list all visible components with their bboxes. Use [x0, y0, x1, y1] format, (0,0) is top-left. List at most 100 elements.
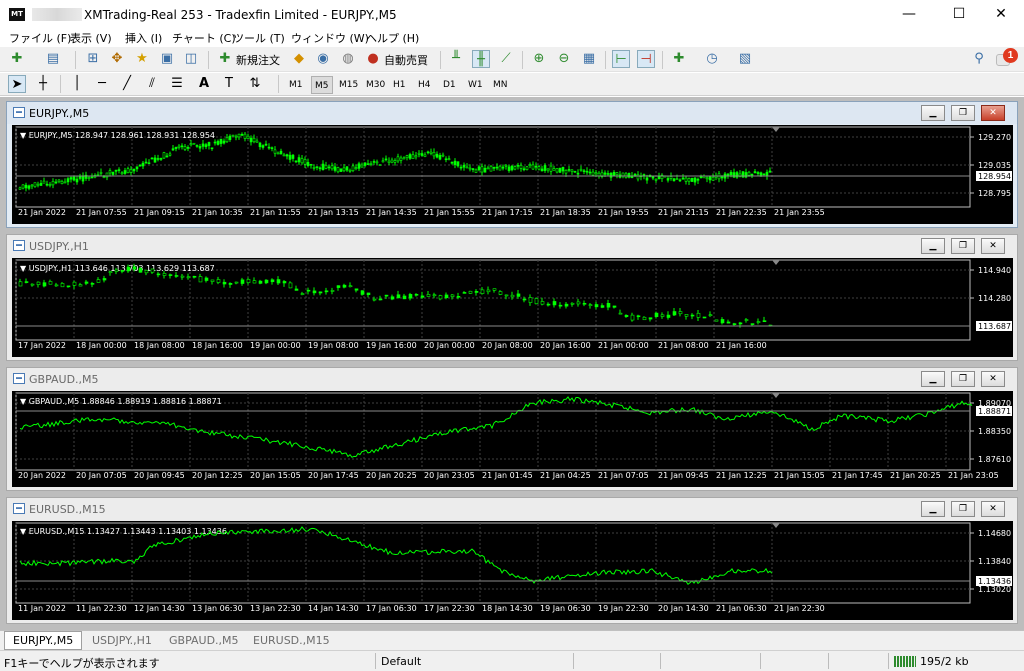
restore-icon[interactable]: ❐	[951, 371, 975, 387]
menu-insert[interactable]: 挿入 (I)	[125, 30, 162, 46]
tf-m15[interactable]: M15	[336, 76, 361, 94]
chart-window-gbpaud[interactable]: ▬ GBPAUD.,M5 ▁ ❐ ✕ ▼ GBPAUD.,M5 1.88846 …	[6, 367, 1018, 491]
tab-gbpaud[interactable]: GBPAUD.,M5	[161, 633, 247, 649]
arrows-icon[interactable]: ⇅	[246, 75, 264, 93]
close-icon[interactable]: ✕	[981, 238, 1005, 254]
auto-trading-icon[interactable]: ●	[364, 50, 382, 68]
menu-window[interactable]: ウィンドウ (W)	[291, 30, 369, 46]
close-icon[interactable]: ✕	[978, 0, 1024, 29]
navigator-icon[interactable]: ★	[133, 50, 151, 68]
profiles-icon[interactable]: ▤	[44, 50, 62, 68]
notification-badge[interactable]: 1	[1003, 48, 1018, 63]
tf-mn[interactable]: MN	[490, 76, 511, 94]
candle	[693, 177, 697, 183]
close-icon[interactable]: ✕	[981, 371, 1005, 387]
chart-plot[interactable]: ▼ EURJPY.,M5 128.947 128.961 128.931 128…	[12, 125, 1013, 224]
horizontal-line-icon[interactable]: ─	[93, 75, 111, 93]
restore-icon[interactable]: ❐	[951, 238, 975, 254]
time-tick-label: 20 Jan 2022	[18, 471, 66, 480]
vertical-line-icon[interactable]: │	[68, 75, 86, 93]
community-icon[interactable]: ◉	[314, 50, 332, 68]
candle	[81, 175, 85, 182]
periods-icon[interactable]: ◷	[703, 50, 721, 68]
market-watch-icon[interactable]: ⊞	[84, 50, 102, 68]
auto-trading-button[interactable]: 自動売買	[384, 52, 428, 68]
tf-h1[interactable]: H1	[390, 76, 409, 94]
equidistant-channel-icon[interactable]: ⫽	[143, 75, 161, 93]
candle	[558, 304, 563, 307]
tf-m30[interactable]: M30	[363, 76, 388, 94]
candle	[645, 177, 649, 181]
maximize-icon[interactable]: ☐	[936, 0, 982, 29]
text-icon[interactable]: A	[195, 75, 213, 93]
tf-d1[interactable]: D1	[440, 76, 459, 94]
menu-tools[interactable]: ツール (T)	[233, 30, 285, 46]
minimize-icon[interactable]: ▁	[921, 371, 945, 387]
chart-shift-icon[interactable]: ⊣	[637, 50, 655, 68]
search-icon[interactable]: ⚲	[970, 50, 988, 68]
candle	[447, 158, 451, 160]
new-order-icon[interactable]: ✚	[216, 50, 234, 68]
zoom-in-icon[interactable]: ⊕	[530, 50, 548, 68]
chart-tabs: EURJPY.,M5 USDJPY.,H1 GBPAUD.,M5 EURUSD.…	[0, 630, 1024, 650]
tf-w1[interactable]: W1	[465, 76, 486, 94]
tf-m5[interactable]: M5	[311, 76, 333, 94]
minimize-icon[interactable]: ▁	[921, 238, 945, 254]
candle	[24, 184, 28, 189]
time-tick-label: 20 Jan 09:45	[134, 471, 185, 480]
tf-h4[interactable]: H4	[415, 76, 434, 94]
chart-window-eurjpy[interactable]: ▬ EURJPY.,M5 ▁ ❐ ✕ ▼ EURJPY.,M5 128.947 …	[6, 101, 1018, 228]
time-tick-label: 18 Jan 08:00	[134, 341, 185, 350]
new-order-button[interactable]: 新規注文	[236, 52, 280, 68]
menu-chart[interactable]: チャート (C)	[172, 30, 236, 46]
minimize-icon[interactable]: ▁	[921, 501, 945, 517]
crosshair-icon[interactable]: ┼	[34, 75, 52, 93]
time-tick-label: 19 Jan 06:30	[540, 604, 591, 613]
tab-usdjpy[interactable]: USDJPY.,H1	[84, 633, 160, 649]
menu-help[interactable]: ヘルプ (H)	[366, 30, 419, 46]
candle	[210, 147, 214, 150]
line-chart-icon[interactable]: ⟋	[497, 50, 515, 68]
tab-eurjpy[interactable]: EURJPY.,M5	[4, 631, 83, 650]
terminal-icon[interactable]: ▣	[158, 50, 176, 68]
menu-file[interactable]: ファイル (F)	[9, 30, 71, 46]
restore-icon[interactable]: ❐	[951, 501, 975, 517]
candle	[246, 279, 251, 283]
chart-plot[interactable]: ▼ GBPAUD.,M5 1.88846 1.88919 1.88816 1.8…	[12, 391, 1013, 487]
fibonacci-icon[interactable]: ☰	[168, 75, 186, 93]
candle	[732, 323, 737, 325]
strategy-tester-icon[interactable]: ◫	[182, 50, 200, 68]
close-icon[interactable]: ✕	[981, 501, 1005, 517]
chart-plot[interactable]: ▼ USDJPY.,H1 113.646 113.703 113.629 113…	[12, 258, 1013, 357]
bar-chart-icon[interactable]: ╨	[447, 50, 465, 68]
chart-window-eurusd[interactable]: ▬ EURUSD.,M15 ▁ ❐ ✕ ▼ EURUSD.,M15 1.1342…	[6, 497, 1018, 624]
close-icon[interactable]: ✕	[981, 105, 1005, 121]
auto-scroll-icon[interactable]: ⊢	[612, 50, 630, 68]
metaeditor-icon[interactable]: ◆	[290, 50, 308, 68]
candlestick-icon[interactable]: ╫	[472, 50, 490, 68]
chart-window-usdjpy[interactable]: ▬ USDJPY.,H1 ▁ ❐ ✕ ▼ USDJPY.,H1 113.646 …	[6, 234, 1018, 361]
data-window-icon[interactable]: ✥	[108, 50, 126, 68]
text-label-icon[interactable]: T	[220, 75, 238, 93]
minimize-icon[interactable]: —	[886, 0, 932, 29]
trendline-icon[interactable]: ╱	[118, 75, 136, 93]
candle	[357, 163, 361, 169]
signals-icon[interactable]: ◍	[339, 50, 357, 68]
candle	[78, 284, 83, 287]
candle	[432, 294, 437, 297]
zoom-out-icon[interactable]: ⊖	[555, 50, 573, 68]
candle	[186, 147, 190, 149]
cursor-icon[interactable]: ➤	[8, 75, 26, 93]
chart-plot[interactable]: ▼ EURUSD.,M15 1.13427 1.13443 1.13403 1.…	[12, 521, 1013, 620]
tf-m1[interactable]: M1	[286, 76, 306, 94]
tile-windows-icon[interactable]: ▦	[580, 50, 598, 68]
templates-icon[interactable]: ▧	[736, 50, 754, 68]
tab-eurusd[interactable]: EURUSD.,M15	[245, 633, 338, 649]
candle	[444, 158, 448, 161]
new-chart-icon[interactable]: ✚	[8, 50, 26, 68]
indicators-icon[interactable]: ✚	[670, 50, 688, 68]
restore-icon[interactable]: ❐	[951, 105, 975, 121]
menu-view[interactable]: 表示 (V)	[70, 30, 112, 46]
candle	[579, 168, 583, 171]
minimize-icon[interactable]: ▁	[921, 105, 945, 121]
